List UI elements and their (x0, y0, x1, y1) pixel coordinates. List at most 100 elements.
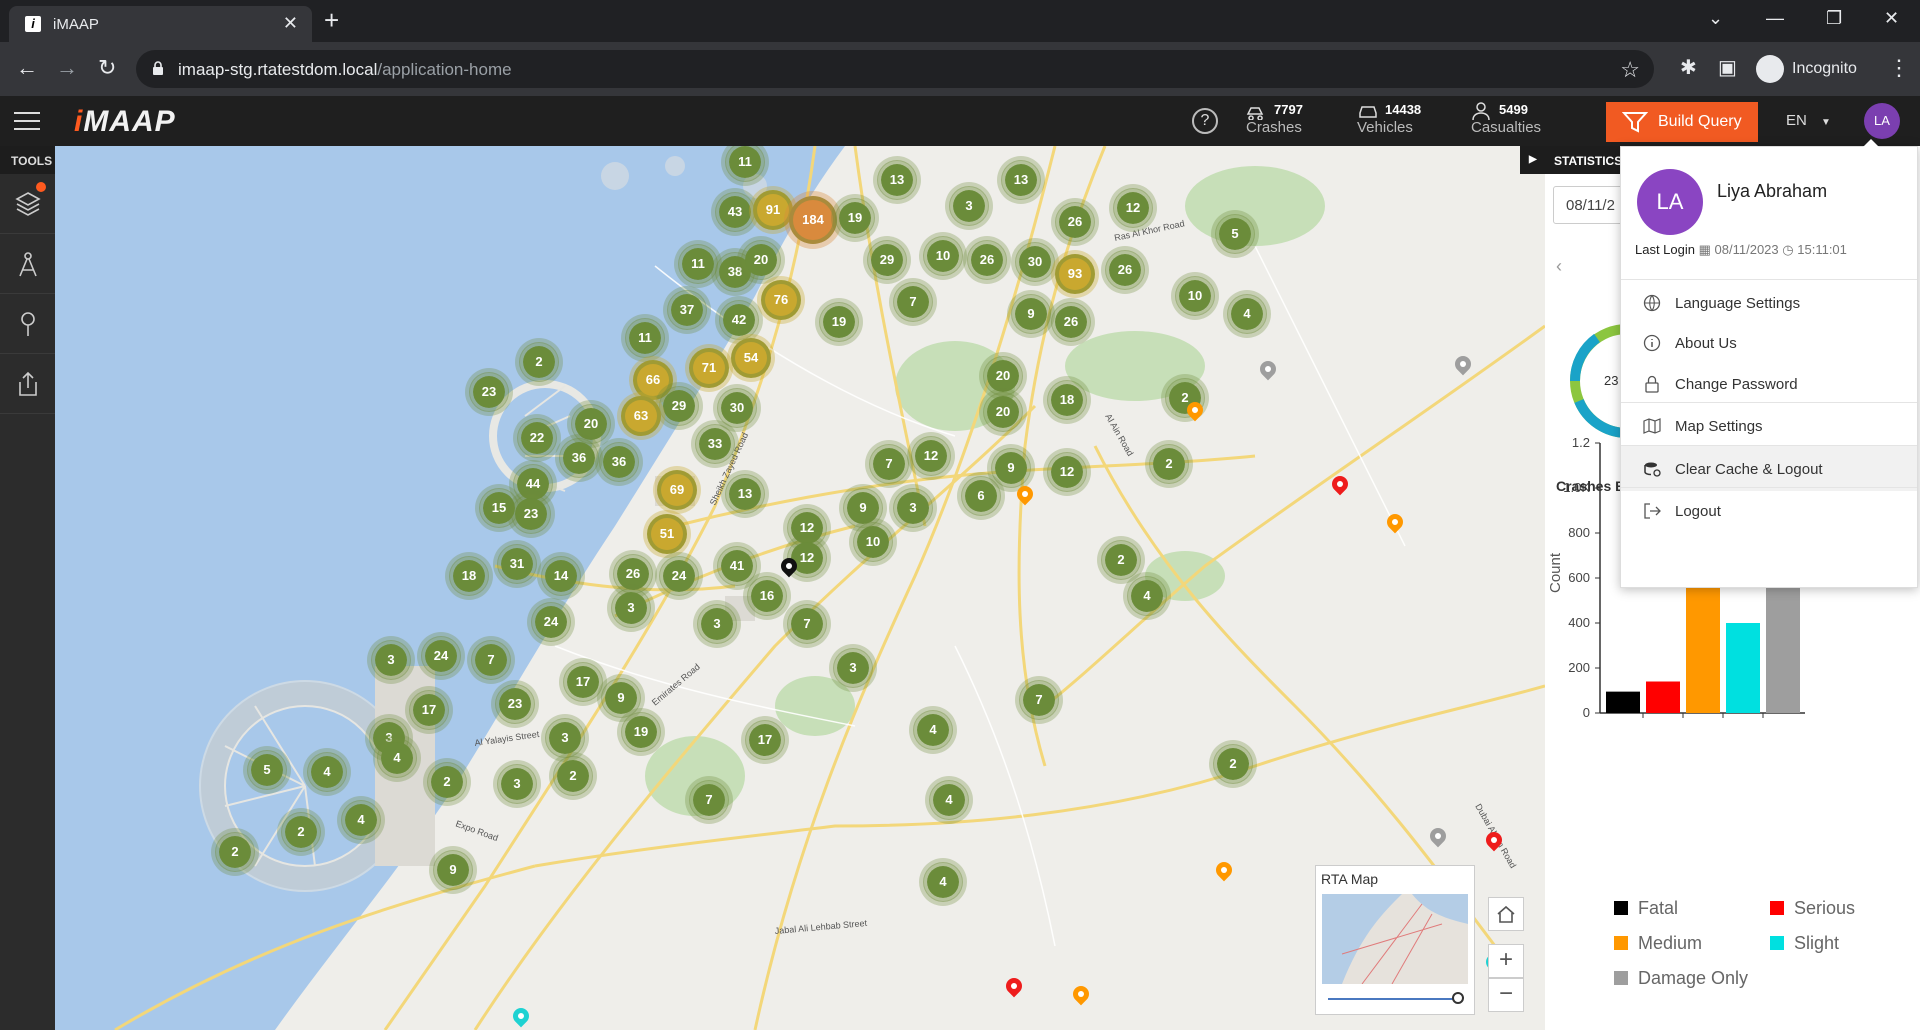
crash-cluster[interactable]: 13 (725, 474, 765, 514)
crash-cluster[interactable]: 17 (745, 720, 785, 760)
crash-cluster[interactable]: 91 (753, 190, 793, 230)
crash-cluster[interactable]: 29 (659, 386, 699, 426)
crash-cluster[interactable]: 24 (659, 556, 699, 596)
user-avatar-button[interactable]: LA (1864, 103, 1900, 139)
crash-cluster[interactable]: 4 (307, 752, 347, 792)
crash-cluster[interactable]: 4 (929, 780, 969, 820)
crash-cluster[interactable]: 3 (611, 588, 651, 628)
crash-cluster[interactable]: 7 (893, 282, 933, 322)
crash-cluster[interactable]: 12 (1047, 452, 1087, 492)
crash-cluster[interactable]: 2 (1149, 444, 1189, 484)
opacity-slider-handle[interactable] (1452, 992, 1464, 1004)
crash-cluster[interactable]: 11 (678, 244, 718, 284)
crash-cluster[interactable]: 22 (517, 418, 557, 458)
crash-cluster[interactable]: 2 (519, 342, 559, 382)
crash-cluster[interactable]: 7 (689, 780, 729, 820)
casualties-stat[interactable]: 5499 Casualties (1471, 102, 1541, 136)
crash-cluster[interactable]: 24 (421, 636, 461, 676)
crash-cluster[interactable]: 23 (469, 372, 509, 412)
hamburger-menu-icon[interactable] (14, 112, 40, 130)
crash-cluster[interactable]: 3 (497, 764, 537, 804)
back-icon[interactable]: ← (16, 55, 38, 81)
crash-cluster[interactable]: 43 (715, 192, 755, 232)
menu-language-settings[interactable]: Language Settings (1621, 279, 1917, 325)
crash-cluster[interactable]: 3 (545, 718, 585, 758)
crash-cluster[interactable]: 184 (789, 196, 837, 244)
legend-item[interactable]: Fatal (1614, 898, 1678, 919)
crash-cluster[interactable]: 12 (911, 436, 951, 476)
crash-cluster[interactable]: 4 (923, 862, 963, 902)
crash-cluster[interactable]: 2 (281, 812, 321, 852)
vehicles-stat[interactable]: 14438 Vehicles (1357, 102, 1421, 136)
incognito-indicator[interactable]: Incognito (1756, 55, 1857, 83)
legend-item[interactable]: Serious (1770, 898, 1855, 919)
crash-cluster[interactable]: 24 (531, 602, 571, 642)
crash-cluster[interactable]: 18 (1047, 380, 1087, 420)
bar-slight[interactable] (1726, 623, 1760, 713)
crash-cluster[interactable]: 6 (961, 476, 1001, 516)
bar-serious[interactable] (1646, 681, 1680, 714)
menu-about-us[interactable]: About Us (1621, 320, 1917, 366)
crash-cluster[interactable]: 31 (497, 544, 537, 584)
crash-cluster[interactable]: 71 (689, 348, 729, 388)
forward-icon[interactable]: → (56, 55, 78, 81)
extensions-icon[interactable]: ✱ (1680, 55, 1697, 80)
crash-cluster[interactable]: 3 (893, 488, 933, 528)
crash-cluster[interactable]: 7 (869, 444, 909, 484)
build-query-button[interactable]: Build Query (1606, 102, 1758, 142)
window-close-icon[interactable]: ✕ (1884, 8, 1899, 29)
browser-tab[interactable]: i iMAAP ✕ (9, 6, 312, 42)
side-panel-icon[interactable]: ▣ (1718, 55, 1737, 80)
crash-cluster[interactable]: 11 (625, 318, 665, 358)
crash-cluster[interactable]: 26 (967, 240, 1007, 280)
export-button[interactable] (0, 354, 55, 414)
crash-cluster[interactable]: 2 (1101, 540, 1141, 580)
crash-cluster[interactable]: 30 (1015, 242, 1055, 282)
crash-cluster[interactable]: 7 (1019, 680, 1059, 720)
crash-cluster[interactable]: 2 (553, 756, 593, 796)
rta-mini-map[interactable]: RTA Map (1315, 865, 1475, 1015)
crashes-stat[interactable]: 7797 Crashes (1246, 102, 1303, 136)
crash-cluster[interactable]: 4 (913, 710, 953, 750)
crash-cluster[interactable]: 4 (1227, 294, 1267, 334)
crash-cluster[interactable]: 9 (433, 850, 473, 890)
legend-item[interactable]: Medium (1614, 933, 1702, 954)
crash-cluster[interactable]: 36 (559, 438, 599, 478)
home-button[interactable] (1488, 897, 1524, 931)
crash-cluster[interactable]: 7 (471, 640, 511, 680)
crash-cluster[interactable]: 3 (697, 604, 737, 644)
crash-cluster[interactable]: 4 (1127, 576, 1167, 616)
crash-cluster[interactable]: 20 (983, 392, 1023, 432)
place-pin-button[interactable] (0, 294, 55, 354)
crash-cluster[interactable]: 23 (495, 684, 535, 724)
crash-cluster[interactable]: 3 (833, 648, 873, 688)
menu-change-password[interactable]: Change Password (1621, 361, 1917, 407)
crash-cluster[interactable]: 9 (1011, 294, 1051, 334)
crash-cluster[interactable]: 2 (1213, 744, 1253, 784)
crash-cluster[interactable]: 14 (541, 556, 581, 596)
chevron-left-icon[interactable]: ‹ (1556, 256, 1562, 277)
crash-cluster[interactable]: 3 (371, 640, 411, 680)
crash-cluster[interactable]: 19 (819, 302, 859, 342)
crash-cluster[interactable]: 17 (563, 662, 603, 702)
legend-item[interactable]: Slight (1770, 933, 1839, 954)
crash-cluster[interactable]: 26 (1055, 202, 1095, 242)
tab-close-icon[interactable]: ✕ (283, 13, 298, 34)
crash-cluster[interactable]: 26 (1105, 250, 1145, 290)
crash-cluster[interactable]: 17 (409, 690, 449, 730)
zoom-out-button[interactable]: − (1488, 978, 1524, 1012)
crash-cluster[interactable]: 13 (877, 160, 917, 200)
crash-cluster[interactable]: 18 (449, 556, 489, 596)
new-tab-icon[interactable]: + (324, 7, 339, 33)
crash-cluster[interactable]: 7 (787, 604, 827, 644)
crash-cluster[interactable]: 33 (695, 424, 735, 464)
opacity-slider[interactable] (1328, 998, 1458, 1000)
measure-button[interactable] (0, 234, 55, 294)
crash-cluster[interactable]: 5 (1215, 214, 1255, 254)
browser-menu-icon[interactable]: ⋮ (1888, 55, 1910, 81)
crash-cluster[interactable]: 29 (867, 240, 907, 280)
crash-cluster[interactable]: 41 (717, 546, 757, 586)
crash-cluster[interactable]: 30 (717, 388, 757, 428)
tab-search-icon[interactable]: ⌄ (1708, 8, 1723, 29)
crash-cluster[interactable]: 93 (1055, 254, 1095, 294)
